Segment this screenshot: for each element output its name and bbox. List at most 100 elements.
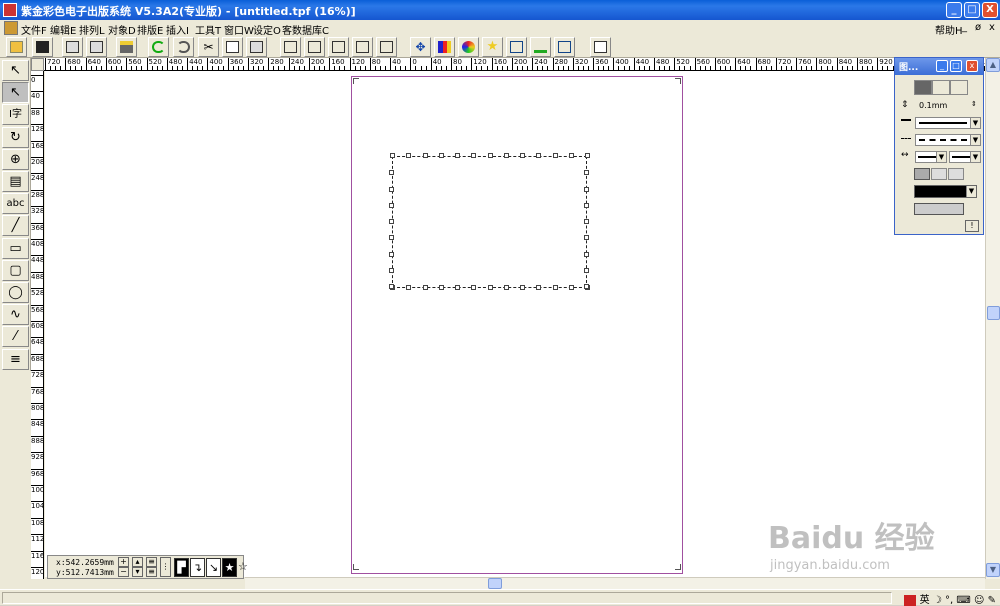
tab-fill[interactable]: [932, 80, 950, 95]
ime-indicator[interactable]: 英 ☽ °, ⌨ ☺ ✎: [904, 591, 996, 606]
cut-button[interactable]: ✂: [198, 37, 219, 57]
dash-style-select[interactable]: ▼: [915, 134, 981, 146]
undo-button[interactable]: [148, 37, 169, 57]
align-top-button[interactable]: ≡: [146, 557, 157, 567]
pointer-tool[interactable]: ↖: [2, 60, 29, 81]
panel-maximize-button[interactable]: □: [950, 60, 962, 72]
scroll-up-button[interactable]: ▲: [986, 58, 1000, 72]
scroll-down-button[interactable]: ▼: [986, 563, 1000, 577]
selection-handle[interactable]: [487, 153, 493, 158]
map-button[interactable]: [506, 37, 527, 57]
rotate-tool[interactable]: ↻: [2, 126, 29, 148]
selection-handle[interactable]: [471, 285, 477, 290]
menu-edit[interactable]: 编辑E: [50, 22, 76, 37]
panel-close-button[interactable]: x: [966, 60, 978, 72]
menu-database[interactable]: 客数据库C: [282, 22, 329, 37]
star-outline-icon[interactable]: ☆: [238, 558, 248, 577]
text-art-button[interactable]: [554, 37, 575, 57]
selection-handle[interactable]: [584, 219, 589, 224]
selection-handle[interactable]: [406, 285, 412, 290]
selection-handle[interactable]: [520, 285, 525, 290]
join-miter-icon[interactable]: [914, 168, 930, 180]
title-bar[interactable]: 紫金彩色电子出版系统 V5.3A2(专业版) - [untitled.tpf (…: [0, 0, 1000, 20]
selection-handle[interactable]: [584, 170, 589, 176]
menu-settings[interactable]: 设定O: [253, 22, 281, 37]
selection-handle[interactable]: [536, 153, 542, 158]
center-button[interactable]: ⋮: [160, 557, 171, 577]
move-button[interactable]: ✥: [410, 37, 431, 57]
selection-handle[interactable]: [552, 153, 558, 158]
selection-handle[interactable]: [389, 170, 394, 176]
star-button[interactable]: ★: [482, 37, 503, 57]
selection-handle[interactable]: [389, 284, 394, 289]
preview-button[interactable]: [590, 37, 611, 57]
selection-handle[interactable]: [487, 285, 493, 290]
selection-handle[interactable]: [389, 235, 394, 241]
rect-tool[interactable]: ▭: [2, 237, 29, 259]
menu-file[interactable]: 文件F: [21, 22, 47, 37]
selection-handle[interactable]: [568, 153, 574, 158]
selection-handle[interactable]: [422, 153, 428, 158]
selection-handle[interactable]: [389, 186, 394, 192]
fill-color-button[interactable]: [434, 37, 455, 57]
line-width-value[interactable]: 0.1mm: [919, 101, 947, 110]
selected-frame[interactable]: [389, 153, 590, 290]
group-button[interactable]: [328, 37, 349, 57]
chevron-down-icon[interactable]: ▼: [970, 135, 980, 145]
curve-tool[interactable]: ∿: [2, 304, 29, 326]
line-tool[interactable]: ╱: [2, 215, 29, 237]
paste-button[interactable]: [246, 37, 267, 57]
selection-handle[interactable]: [584, 284, 589, 289]
save-button[interactable]: [32, 37, 53, 57]
step-icon[interactable]: ↴: [190, 558, 205, 577]
document-icon[interactable]: [4, 21, 18, 35]
line-color-select[interactable]: ▼: [914, 185, 977, 198]
menu-insert[interactable]: 插入I: [166, 22, 189, 37]
panel-title-bar[interactable]: 图... _ □ x: [895, 58, 983, 75]
menu-arrange[interactable]: 排列L: [79, 22, 105, 37]
rounded-rect-tool[interactable]: ▢: [2, 259, 29, 281]
align-bottom-button[interactable]: ≡: [146, 567, 157, 577]
menu-layout[interactable]: 排版E: [137, 22, 163, 37]
selection-handle[interactable]: [584, 251, 589, 257]
horizontal-ruler[interactable]: 720 680 640 600 560 520 480 440 400 360 320 280 240 2…: [31, 58, 985, 71]
nudge-up-button[interactable]: ▴: [132, 557, 143, 567]
selection-handle[interactable]: [584, 202, 589, 208]
selection-handle[interactable]: [389, 267, 394, 273]
open-button[interactable]: [6, 37, 27, 57]
selection-handle[interactable]: [584, 267, 589, 273]
table-tool[interactable]: ≡: [2, 348, 29, 370]
minimize-button[interactable]: _: [946, 2, 962, 18]
picture-button[interactable]: [530, 37, 551, 57]
apply-button[interactable]: !: [965, 220, 979, 232]
start-arrow-select[interactable]: ▼: [915, 151, 947, 163]
select-tool[interactable]: ↖: [2, 82, 29, 104]
selection-handle[interactable]: [438, 285, 444, 290]
horizontal-scroll-thumb[interactable]: [488, 578, 502, 589]
redo-button[interactable]: [173, 37, 194, 57]
text-tool[interactable]: I字: [2, 104, 29, 126]
menu-window[interactable]: 窗口W: [224, 22, 254, 37]
abc-tool[interactable]: abc: [2, 193, 29, 215]
page-tool[interactable]: ▤: [2, 171, 29, 192]
end-arrow-select[interactable]: ▼: [949, 151, 981, 163]
align-left-button[interactable]: [280, 37, 301, 57]
pen-tool[interactable]: ⁄: [2, 326, 29, 348]
selection-handle[interactable]: [520, 153, 525, 158]
zoom-tool[interactable]: ⊕: [2, 148, 29, 170]
panel-minimize-button[interactable]: _: [936, 60, 948, 72]
align-center-button[interactable]: [304, 37, 325, 57]
color-wheel-button[interactable]: [458, 37, 479, 57]
chevron-down-icon[interactable]: ▼: [970, 118, 980, 128]
ungroup-button[interactable]: [352, 37, 373, 57]
pen-transform-icon[interactable]: [914, 203, 964, 215]
corner-style-icon[interactable]: ▛: [174, 558, 189, 577]
selection-handle[interactable]: [389, 202, 394, 208]
mdi-close-button[interactable]: x: [989, 22, 995, 33]
width-spinner[interactable]: ⇕: [971, 100, 977, 108]
nudge-down-button[interactable]: ▾: [132, 567, 143, 577]
selection-handle[interactable]: [584, 235, 589, 241]
tab-shadow[interactable]: [950, 80, 968, 95]
selection-handle[interactable]: [422, 285, 428, 290]
selection-handle[interactable]: [389, 251, 394, 257]
